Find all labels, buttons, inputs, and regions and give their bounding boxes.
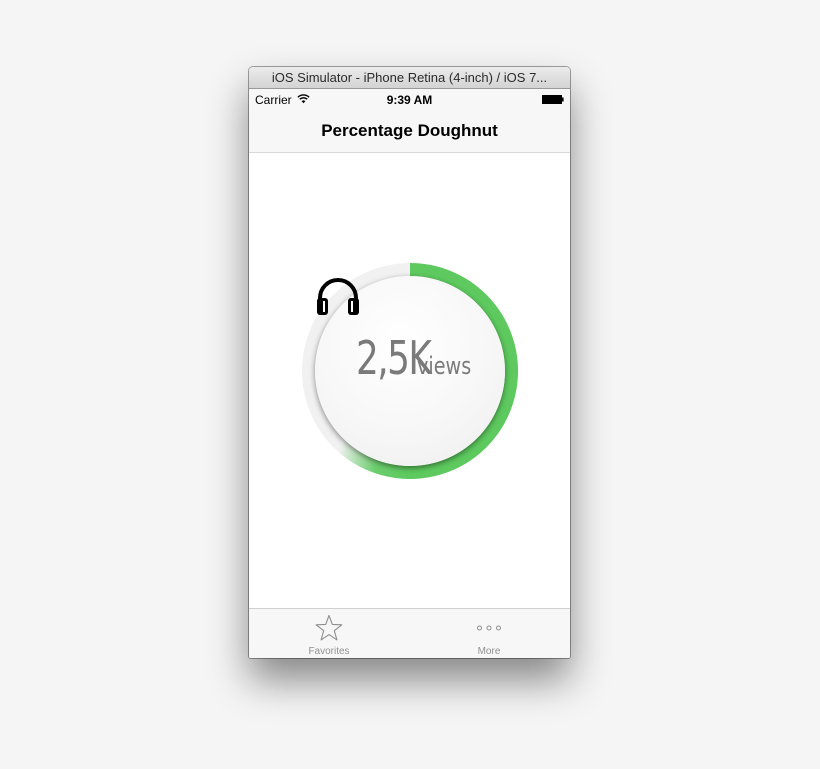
views-readout: 2,5Kviews [315,331,505,385]
battery-icon [542,95,564,104]
star-icon [315,614,343,641]
more-icon [477,625,501,631]
tab-bar: Favorites More [249,608,570,658]
views-unit: views [416,352,471,380]
simulator-window: iOS Simulator - iPhone Retina (4-inch) /… [249,67,570,658]
headphones-icon [317,278,359,315]
status-time: 9:39 AM [386,93,433,107]
tab-favorites-label: Favorites [308,646,350,657]
status-bar: Carrier 9:39 AM [249,89,570,109]
phone-screen: Carrier 9:39 AM Percentage Doughnut 2,5K… [249,89,570,658]
tab-more[interactable]: More [409,609,569,658]
doughnut-center: 2,5Kviews [315,276,505,466]
main-content: 2,5Kviews [249,153,570,608]
page-title: Percentage Doughnut [321,121,498,140]
navigation-bar: Percentage Doughnut [249,109,570,153]
tab-more-label: More [477,646,501,657]
window-title: iOS Simulator - iPhone Retina (4-inch) /… [271,70,548,85]
window-titlebar[interactable]: iOS Simulator - iPhone Retina (4-inch) /… [249,67,570,89]
percentage-doughnut: 2,5Kviews [302,263,518,479]
tab-favorites[interactable]: Favorites [249,609,409,658]
